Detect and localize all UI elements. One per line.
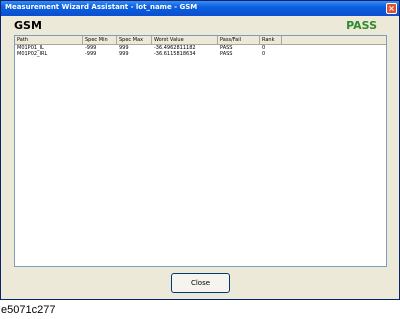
figure-caption: e5071c277 bbox=[1, 304, 56, 316]
column-header-worst-value[interactable]: Worst Value bbox=[152, 36, 218, 44]
title-bar[interactable]: Measurement Wizard Assistant - lot_name … bbox=[1, 1, 399, 16]
table-row[interactable]: M01P02_IRL -999 999 -36.6115818634 PASS … bbox=[15, 51, 386, 57]
close-icon[interactable]: × bbox=[386, 3, 397, 14]
cell-spec-max: 999 bbox=[119, 51, 129, 57]
column-header-spec-max[interactable]: Spec Max bbox=[117, 36, 152, 44]
cell-pass-fail: PASS bbox=[220, 51, 233, 57]
column-header-spec-min[interactable]: Spec Min bbox=[83, 36, 117, 44]
table-header: Path Spec Min Spec Max Worst Value Pass/… bbox=[15, 36, 386, 45]
measurement-wizard-window: Measurement Wizard Assistant - lot_name … bbox=[0, 0, 400, 300]
column-header-pass-fail[interactable]: Pass/Fail bbox=[218, 36, 260, 44]
band-name: GSM bbox=[14, 19, 42, 32]
results-table[interactable]: Path Spec Min Spec Max Worst Value Pass/… bbox=[14, 35, 387, 267]
cell-path: M01P02_IRL bbox=[17, 51, 48, 57]
cell-rank: 0 bbox=[262, 51, 266, 57]
column-header-path[interactable]: Path bbox=[15, 36, 83, 44]
close-button[interactable]: Close bbox=[171, 273, 230, 293]
cell-spec-min: -999 bbox=[85, 51, 97, 57]
overall-status: PASS bbox=[346, 19, 377, 32]
window-title: Measurement Wizard Assistant - lot_name … bbox=[5, 3, 198, 11]
cell-worst-value: -36.6115818634 bbox=[154, 51, 196, 57]
column-header-rank[interactable]: Rank bbox=[260, 36, 282, 44]
